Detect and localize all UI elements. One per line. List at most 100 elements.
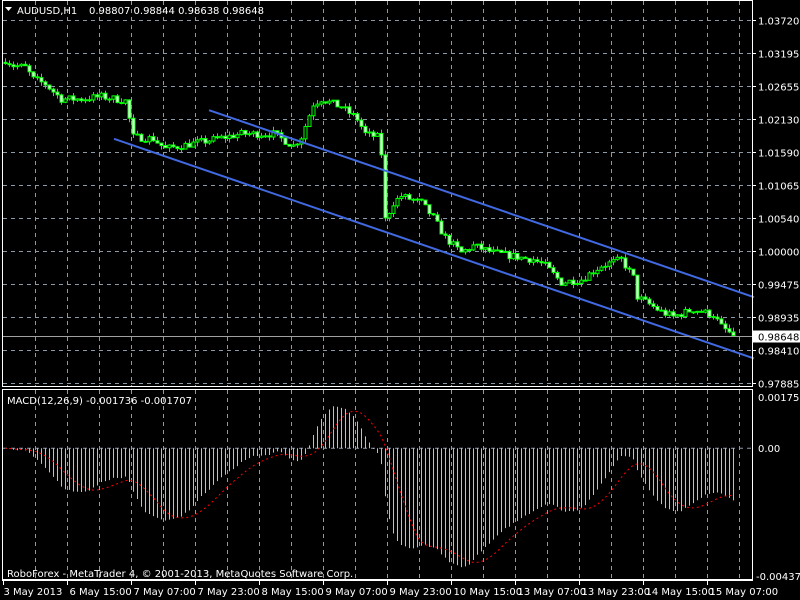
- macd-tick-label: 0.001755: [758, 393, 800, 404]
- candle-body: [291, 144, 296, 147]
- candle-body: [587, 272, 592, 281]
- candle-body: [111, 95, 116, 100]
- candle-body: [3, 61, 8, 65]
- candle-body: [371, 131, 376, 137]
- candle-body: [407, 194, 412, 200]
- candle-body: [499, 249, 504, 253]
- candle-body: [363, 125, 368, 134]
- candle-body: [563, 282, 568, 286]
- candle-body: [731, 331, 736, 337]
- macd-signal-line: [4, 410, 734, 563]
- candle-body: [615, 256, 620, 261]
- candle-body: [387, 212, 392, 219]
- candle-body: [603, 265, 608, 268]
- candle-body: [391, 205, 396, 214]
- candle-body: [107, 98, 112, 101]
- price-tick-label: 1.01065: [758, 182, 799, 193]
- candle-body: [703, 309, 708, 313]
- candle-body: [115, 95, 120, 104]
- candle-body: [327, 100, 332, 104]
- candle-body: [467, 249, 472, 252]
- candle-body: [267, 135, 272, 138]
- candle-body: [343, 106, 348, 109]
- candle-body: [659, 309, 664, 312]
- candle-body: [215, 136, 220, 139]
- candle-body: [471, 244, 476, 251]
- candle-body: [31, 71, 36, 78]
- candle-body: [427, 204, 432, 215]
- main-pane-frame: [2, 0, 753, 387]
- candle-body: [187, 142, 192, 148]
- candle-body: [435, 214, 440, 222]
- candle-body: [195, 139, 200, 143]
- candle-body: [699, 310, 704, 313]
- candle-body: [211, 136, 216, 142]
- candle-body: [475, 243, 480, 246]
- candle-body: [451, 241, 456, 245]
- macd-axis[interactable]: 0.001755 0.00 -0.004379: [756, 393, 800, 583]
- candle-body: [151, 136, 156, 142]
- candle-body: [207, 140, 212, 144]
- candle-body: [411, 198, 416, 201]
- candle-body: [303, 126, 308, 140]
- chart-window[interactable]: 1.03720 1.03195 1.02655 1.02130 1.01590 1.010…: [0, 0, 800, 600]
- candle-body: [619, 256, 624, 259]
- candle-body: [251, 131, 256, 135]
- time-tick-label: 9 May 07:00: [326, 587, 388, 598]
- candle-body: [367, 131, 372, 134]
- candle-body: [11, 64, 16, 68]
- candle-body: [91, 94, 96, 101]
- candle-body: [523, 256, 528, 259]
- dropdown-triangle-icon[interactable]: [5, 7, 12, 11]
- candle-body: [239, 130, 244, 136]
- macd-tick-label: -0.004379: [756, 572, 800, 583]
- candle-body: [635, 274, 640, 300]
- candle-body: [131, 117, 136, 135]
- candle-body: [575, 282, 580, 285]
- candle-body: [7, 63, 12, 66]
- candle-body: [243, 130, 248, 135]
- candle-body: [719, 318, 724, 325]
- candle-body: [623, 257, 628, 269]
- time-tick-label: 14 May 15:00: [646, 587, 715, 598]
- candle-body: [559, 277, 564, 286]
- time-tick-label: 8 May 15:00: [262, 587, 324, 598]
- candle-body: [295, 143, 300, 146]
- candle-body: [15, 65, 20, 68]
- candle-body: [463, 249, 468, 253]
- candle-body: [359, 119, 364, 127]
- candle-body: [99, 92, 104, 98]
- candle-body: [727, 328, 732, 333]
- time-tick-label: 15 May 07:00: [710, 587, 779, 598]
- candle-body: [323, 101, 328, 104]
- candle-body: [155, 140, 160, 144]
- candle-body: [655, 306, 660, 311]
- candle-body: [503, 250, 508, 253]
- candle-body: [19, 63, 24, 67]
- candle-body: [491, 249, 496, 252]
- candle-body: [379, 132, 384, 156]
- candle-body: [479, 243, 484, 250]
- candle-body: [687, 308, 692, 313]
- candle-body: [35, 76, 40, 79]
- candle-body: [247, 133, 252, 136]
- candle-body: [79, 98, 84, 102]
- candle-body: [607, 261, 612, 267]
- candle-body: [555, 271, 560, 279]
- candle-body: [51, 88, 56, 93]
- candle-body: [403, 194, 408, 197]
- candle-body: [235, 134, 240, 139]
- candle-body: [123, 99, 128, 104]
- channel-lines[interactable]: [113, 109, 755, 360]
- candle-body: [599, 266, 604, 271]
- candle-body: [159, 142, 164, 147]
- time-tick-label: 13 May 23:00: [582, 587, 651, 598]
- price-tick-label: 0.98935: [758, 314, 799, 325]
- current-price-label: 0.98648: [758, 333, 799, 344]
- price-tick-label: 1.01590: [758, 149, 799, 160]
- candle-body: [627, 267, 632, 270]
- time-axis[interactable]: 3 May 2013 6 May 15:00 7 May 07:00 7 May 23…: [2, 580, 778, 598]
- candle-body: [283, 137, 288, 145]
- candle-body: [571, 279, 576, 285]
- candle-body: [527, 257, 532, 263]
